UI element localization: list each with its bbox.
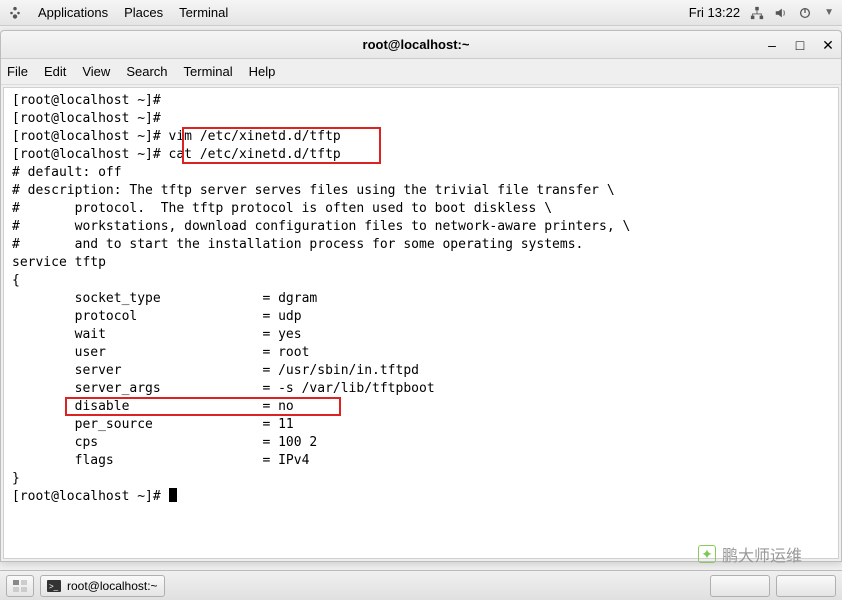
menu-terminal[interactable]: Terminal bbox=[184, 64, 233, 79]
taskbar-item-terminal[interactable]: >_ root@localhost:~ bbox=[40, 575, 165, 597]
terminal-cursor bbox=[169, 488, 177, 502]
volume-icon[interactable] bbox=[774, 6, 788, 20]
power-icon[interactable] bbox=[798, 6, 812, 20]
maximize-button[interactable]: □ bbox=[793, 38, 807, 52]
top-panel: Applications Places Terminal Fri 13:22 ▼ bbox=[0, 0, 842, 26]
terminal-output[interactable]: [root@localhost ~]#[root@localhost ~]#[r… bbox=[3, 87, 839, 559]
menu-edit[interactable]: Edit bbox=[44, 64, 66, 79]
terminal-window: root@localhost:~ – □ ✕ File Edit View Se… bbox=[0, 30, 842, 562]
menu-help[interactable]: Help bbox=[249, 64, 276, 79]
close-button[interactable]: ✕ bbox=[821, 38, 835, 52]
menu-places[interactable]: Places bbox=[124, 5, 163, 20]
menu-view[interactable]: View bbox=[82, 64, 110, 79]
taskbar-blank-2[interactable] bbox=[776, 575, 836, 597]
titlebar[interactable]: root@localhost:~ – □ ✕ bbox=[1, 31, 841, 59]
clock[interactable]: Fri 13:22 bbox=[689, 5, 740, 20]
menu-terminal[interactable]: Terminal bbox=[179, 5, 228, 20]
workspace-switcher-button[interactable] bbox=[6, 575, 34, 597]
window-title: root@localhost:~ bbox=[67, 37, 765, 52]
menu-search[interactable]: Search bbox=[126, 64, 167, 79]
gnome-logo-icon bbox=[8, 6, 22, 20]
menu-file[interactable]: File bbox=[7, 64, 28, 79]
minimize-button[interactable]: – bbox=[765, 38, 779, 52]
taskbar-blank-1[interactable] bbox=[710, 575, 770, 597]
menubar: File Edit View Search Terminal Help bbox=[1, 59, 841, 85]
svg-text:>_: >_ bbox=[49, 582, 59, 591]
chevron-down-icon[interactable]: ▼ bbox=[824, 7, 834, 18]
taskbar: >_ root@localhost:~ bbox=[0, 570, 842, 600]
network-icon[interactable] bbox=[750, 6, 764, 20]
menu-applications[interactable]: Applications bbox=[38, 5, 108, 20]
